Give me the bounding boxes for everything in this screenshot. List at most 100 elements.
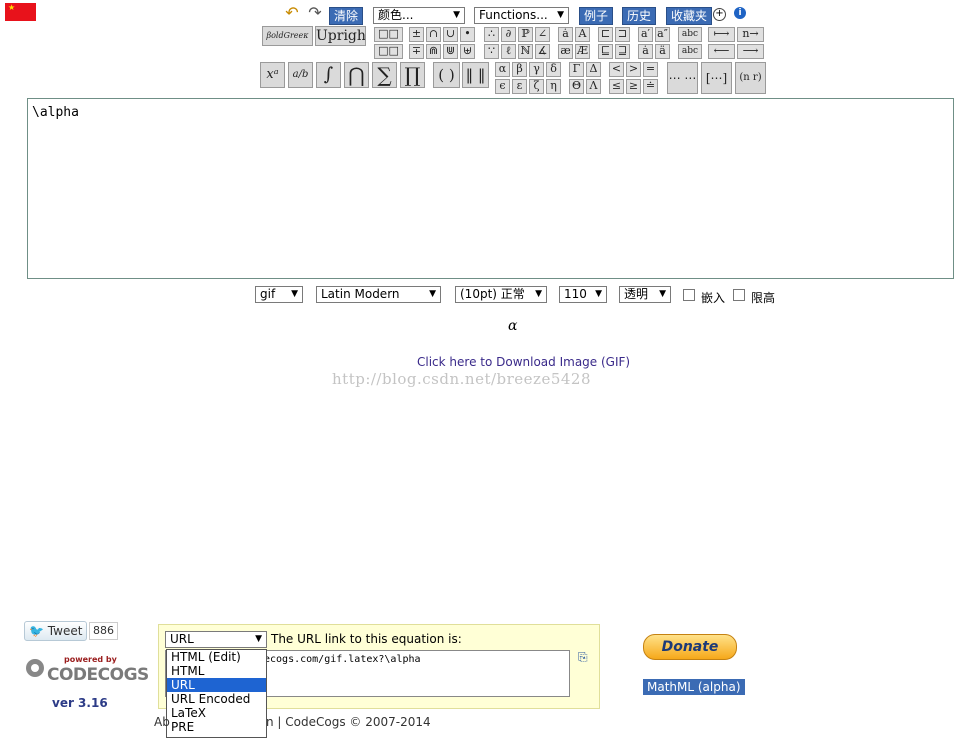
symbol-less-than[interactable]: <: [609, 62, 624, 77]
symbol-Gamma[interactable]: Γ: [569, 62, 584, 77]
info-icon[interactable]: i: [734, 7, 746, 19]
symbol-therefore[interactable]: ∴: [484, 27, 499, 42]
symbol-double-cap[interactable]: ⋒: [426, 44, 441, 59]
copy-icon[interactable]: ⎘: [578, 650, 588, 665]
symbol-angle[interactable]: ∠: [535, 27, 550, 42]
symbol-eta[interactable]: η: [546, 79, 561, 94]
redo-icon[interactable]: ↷: [305, 5, 325, 21]
tweet-button[interactable]: 🐦 Tweet: [24, 621, 88, 641]
symbol-doublestruck-p[interactable]: ℙ: [518, 27, 533, 42]
matrix-dots-button[interactable]: ⋯ ⋯: [667, 62, 698, 94]
binomial-button[interactable]: (n r): [735, 62, 766, 94]
bracket-matrix-button[interactable]: [⋯]: [701, 62, 732, 94]
dropdown-option[interactable]: URL Encoded: [167, 692, 266, 706]
fraction-button[interactable]: a/b: [288, 62, 313, 88]
background-select[interactable]: 透明 ▼: [619, 286, 671, 303]
symbol-leq[interactable]: ≤: [609, 79, 624, 94]
symbol-measured-angle[interactable]: ∡: [535, 44, 550, 59]
functions-select[interactable]: Functions... ▼: [474, 7, 569, 24]
format-select[interactable]: gif ▼: [255, 286, 303, 303]
embed-checkbox[interactable]: [683, 289, 695, 301]
symbol-uplus[interactable]: ⊎: [460, 44, 475, 59]
symbol-dot-accent[interactable]: ȧ: [638, 44, 653, 59]
symbol-doteq[interactable]: ≐: [643, 79, 658, 94]
favorites-button[interactable]: 收藏夹: [666, 7, 713, 25]
download-image-link[interactable]: Click here to Download Image (GIF): [417, 355, 630, 369]
symbol-Delta[interactable]: Δ: [586, 62, 601, 77]
symbol-minusplus[interactable]: ∓: [409, 44, 424, 59]
undo-icon[interactable]: ↶: [282, 5, 302, 21]
integral-button[interactable]: ∫: [316, 62, 341, 88]
symbol-doublestruck-n[interactable]: ℕ: [518, 44, 533, 59]
sum-button[interactable]: ∑: [372, 62, 397, 88]
upright-button[interactable]: Upright: [315, 26, 366, 46]
symbol-dot-A[interactable]: Ȧ: [575, 27, 590, 42]
bold-green-button[interactable]: βoldGreeκ: [262, 26, 313, 46]
symbol-dot-a[interactable]: ȧ: [558, 27, 573, 42]
size-select[interactable]: (10pt) 正常 ▼: [455, 286, 547, 303]
symbol-overbrace[interactable]: abc: [678, 27, 702, 42]
dropdown-option[interactable]: PRE: [167, 720, 266, 734]
big-cap-button[interactable]: ⋂: [344, 62, 369, 88]
symbol-varepsilon[interactable]: ε: [512, 79, 527, 94]
dropdown-option[interactable]: HTML: [167, 664, 266, 678]
dropdown-option[interactable]: HTML (Edit): [167, 650, 266, 664]
symbol-ae[interactable]: æ: [558, 44, 573, 59]
symbol-greater-than[interactable]: >: [626, 62, 641, 77]
symbol-Lambda[interactable]: Λ: [586, 79, 601, 94]
symbol-box-pair-2[interactable]: □□: [374, 44, 403, 59]
latex-editor[interactable]: \alpha: [27, 98, 954, 279]
symbol-box-pair[interactable]: □□: [374, 27, 403, 42]
symbol-geq[interactable]: ≥: [626, 79, 641, 94]
symbol-cup[interactable]: ∪: [443, 27, 458, 42]
clear-button[interactable]: 清除: [329, 7, 364, 25]
color-select[interactable]: 颜色... ▼: [373, 7, 465, 24]
limit-height-checkbox[interactable]: [733, 289, 745, 301]
codecogs-logo[interactable]: CODECOGS: [47, 665, 149, 685]
china-flag-icon[interactable]: ★: [5, 3, 36, 21]
symbol-gamma[interactable]: γ: [529, 62, 544, 77]
symbol-sqsubset[interactable]: ⊏: [598, 27, 613, 42]
examples-button[interactable]: 例子: [579, 7, 614, 25]
symbol-plusminus[interactable]: ±: [409, 27, 424, 42]
dpi-select[interactable]: 110 ▼: [559, 286, 607, 303]
symbol-partial[interactable]: ∂: [501, 27, 516, 42]
donate-button[interactable]: Donate: [643, 634, 737, 660]
symbol-long-left-arrow[interactable]: ⟵: [708, 44, 735, 59]
dropdown-option[interactable]: LaTeX: [167, 706, 266, 720]
symbol-ddot-accent[interactable]: ä: [655, 44, 670, 59]
symbol-Theta[interactable]: Θ: [569, 79, 584, 94]
symbol-vec-arrow[interactable]: n→: [737, 27, 764, 42]
font-select[interactable]: Latin Modern ▼: [316, 286, 441, 303]
superscript-button[interactable]: xᵃ: [260, 62, 285, 88]
symbol-cap[interactable]: ∩: [426, 27, 441, 42]
symbol-double-prime[interactable]: a″: [655, 27, 670, 42]
symbol-equals[interactable]: =: [643, 62, 658, 77]
symbol-mapsto[interactable]: ⟼: [708, 27, 735, 42]
symbol-beta[interactable]: β: [512, 62, 527, 77]
symbol-double-cup[interactable]: ⋓: [443, 44, 458, 59]
symbol-sqsupset[interactable]: ⊐: [615, 27, 630, 42]
history-button[interactable]: 历史: [622, 7, 657, 25]
symbol-epsilon[interactable]: ϵ: [495, 79, 510, 94]
symbol-sqsubseteq[interactable]: ⊑: [598, 44, 613, 59]
symbol-sqsupseteq[interactable]: ⊒: [615, 44, 630, 59]
symbol-long-right-arrow[interactable]: ⟶: [737, 44, 764, 59]
product-button[interactable]: ∏: [400, 62, 425, 88]
symbol-delta[interactable]: δ: [546, 62, 561, 77]
symbol-underbrace[interactable]: abc: [678, 44, 702, 59]
symbol-alpha[interactable]: α: [495, 62, 510, 77]
symbol-bullet[interactable]: •: [460, 27, 475, 42]
norm-button[interactable]: ‖ ‖: [462, 62, 489, 88]
dropdown-option-selected[interactable]: URL: [167, 678, 266, 692]
symbol-because[interactable]: ∵: [484, 44, 499, 59]
add-favorite-icon[interactable]: +: [713, 8, 726, 21]
parentheses-button[interactable]: ( ): [433, 62, 460, 88]
symbol-zeta[interactable]: ζ: [529, 79, 544, 94]
link-format-dropdown[interactable]: HTML (Edit) HTML URL URL Encoded LaTeX P…: [166, 649, 267, 738]
mathml-button[interactable]: MathML (alpha): [643, 679, 745, 695]
symbol-ell[interactable]: ℓ: [501, 44, 516, 59]
footer-about-link[interactable]: Ab: [154, 715, 170, 729]
symbol-AE[interactable]: Æ: [575, 44, 590, 59]
symbol-prime[interactable]: a′: [638, 27, 653, 42]
